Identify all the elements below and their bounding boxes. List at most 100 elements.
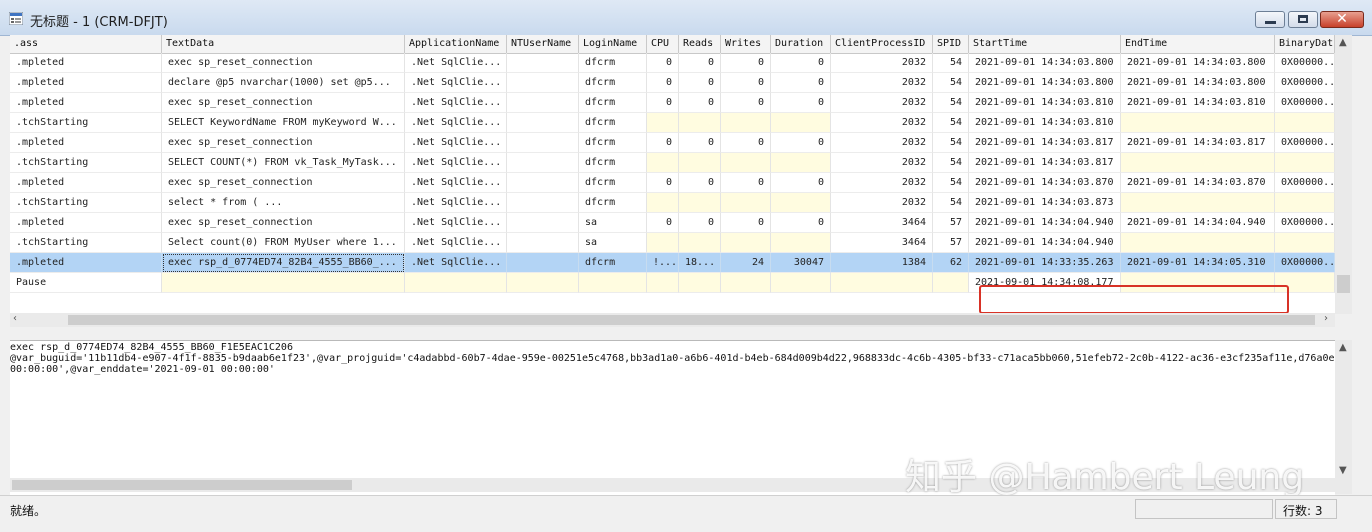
scrollbar-thumb[interactable] <box>68 315 1315 325</box>
table-row[interactable]: .mpleted exec sp_reset_connection .Net Sql… <box>10 173 1335 193</box>
table-row[interactable]: .tchStarting SELECT COUNT(*) FROM vk_Task… <box>10 153 1335 173</box>
table-row[interactable]: .mpleted exec sp_reset_connection .Net Sql… <box>10 133 1335 153</box>
column-header[interactable]: EndTime <box>1121 35 1275 53</box>
column-header[interactable]: Writes <box>721 35 771 53</box>
table-cell: dfcrm <box>579 133 647 153</box>
table-cell: 54 <box>933 113 969 133</box>
column-header[interactable]: .ass <box>10 35 162 53</box>
table-cell <box>647 233 679 253</box>
grid-header: .ass TextData ApplicationName NTUserName Log… <box>10 35 1335 54</box>
table-cell <box>507 253 579 273</box>
column-header[interactable]: ApplicationName <box>405 35 507 53</box>
table-cell: .Net SqlClie... <box>405 173 507 193</box>
table-cell: 2021-09-01 14:34:03.800 <box>1121 53 1275 73</box>
table-cell: .mpleted <box>10 93 162 113</box>
table-cell: sa <box>579 213 647 233</box>
detail-line: exec rsp_d_0774ED74_82B4_4555_BB60_F1E5E… <box>10 342 293 353</box>
table-cell <box>1275 193 1335 213</box>
table-cell: sa <box>579 233 647 253</box>
table-cell: 62 <box>933 253 969 273</box>
table-cell: dfcrm <box>579 113 647 133</box>
column-header[interactable]: TextData <box>162 35 405 53</box>
table-cell: 0 <box>771 93 831 113</box>
column-header[interactable]: Reads <box>679 35 721 53</box>
table-cell: 0 <box>679 173 721 193</box>
column-header[interactable]: CPU <box>647 35 679 53</box>
minimize-button[interactable] <box>1255 11 1285 28</box>
table-cell: 54 <box>933 53 969 73</box>
table-cell <box>507 233 579 253</box>
table-cell: .mpleted <box>10 213 162 233</box>
column-header[interactable]: Duration <box>771 35 831 53</box>
table-cell <box>771 153 831 173</box>
grid-vertical-scrollbar[interactable]: ▲ <box>1335 35 1352 314</box>
table-cell: .tchStarting <box>10 193 162 213</box>
table-row[interactable]: .tchStarting Select count(0) FROM MyUser … <box>10 233 1335 253</box>
table-cell: 0 <box>771 133 831 153</box>
table-cell <box>771 273 831 293</box>
column-header[interactable]: SPID <box>933 35 969 53</box>
table-cell: 0 <box>679 93 721 113</box>
table-row[interactable]: .tchStarting SELECT KeywordName FROM myKe… <box>10 113 1335 133</box>
maximize-button[interactable] <box>1288 11 1318 28</box>
table-cell: .tchStarting <box>10 233 162 253</box>
table-cell: select * from ( ... <box>162 193 405 213</box>
table-cell: 2021-09-01 14:34:04.940 <box>969 213 1121 233</box>
table-cell: .tchStarting <box>10 113 162 133</box>
table-cell: exec sp_reset_connection <box>162 213 405 233</box>
table-cell <box>1275 113 1335 133</box>
title-bar: 无标题 - 1 (CRM-DFJT) ✕ <box>0 0 1372 36</box>
table-cell <box>721 193 771 213</box>
close-icon: ✕ <box>1336 11 1348 27</box>
column-header[interactable]: NTUserName <box>507 35 579 53</box>
table-cell: 0 <box>721 53 771 73</box>
table-cell: 0X00000... <box>1275 93 1335 113</box>
table-row[interactable]: .tchStarting select * from ( ... .Net Sql… <box>10 193 1335 213</box>
table-cell: 2021-09-01 14:34:03.800 <box>1121 73 1275 93</box>
table-cell <box>579 273 647 293</box>
table-cell <box>647 113 679 133</box>
table-row[interactable]: .mpleted declare @p5 nvarchar(1000) set @… <box>10 73 1335 93</box>
column-header[interactable]: BinaryDat <box>1275 35 1335 53</box>
table-cell: .mpleted <box>10 253 162 273</box>
table-cell: Pause <box>10 273 162 293</box>
scroll-up-icon[interactable]: ▲ <box>1339 342 1347 353</box>
table-cell: 30047 <box>771 253 831 273</box>
table-cell: 2032 <box>831 53 933 73</box>
table-cell: 57 <box>933 213 969 233</box>
table-cell: SELECT COUNT(*) FROM vk_Task_MyTask... <box>162 153 405 173</box>
column-header[interactable]: ClientProcessID <box>831 35 933 53</box>
table-cell <box>507 133 579 153</box>
table-row[interactable]: Pause 2021-09-01 14:34:08.177 <box>10 273 1335 293</box>
table-row-selected[interactable]: .mpleted exec rsp_d_0774ED74_82B4_4555_BB… <box>10 253 1335 273</box>
scrollbar-thumb[interactable] <box>12 480 352 490</box>
scrollbar-thumb[interactable] <box>1337 275 1350 293</box>
column-header[interactable]: StartTime <box>969 35 1121 53</box>
table-row[interactable]: .mpleted exec sp_reset_connection .Net Sql… <box>10 93 1335 113</box>
grid-horizontal-scrollbar[interactable]: ‹ › <box>10 313 1335 327</box>
table-cell: 0X00000... <box>1275 173 1335 193</box>
table-cell: 2021-09-01 14:34:03.800 <box>969 53 1121 73</box>
table-cell: 0 <box>721 133 771 153</box>
detail-vertical-scrollbar[interactable]: ▲ ▼ <box>1335 340 1352 494</box>
table-cell: 0 <box>647 53 679 73</box>
scroll-down-icon[interactable]: ▼ <box>1339 465 1347 476</box>
close-button[interactable]: ✕ <box>1320 11 1364 28</box>
table-cell: 0 <box>679 73 721 93</box>
scroll-right-icon[interactable]: › <box>1324 313 1328 324</box>
table-cell: 24 <box>721 253 771 273</box>
table-row[interactable]: .mpleted exec sp_reset_connection .Net Sql… <box>10 53 1335 73</box>
table-cell: exec rsp_d_0774ED74_82B4_4555_BB60_... <box>162 253 405 273</box>
table-cell: .Net SqlClie... <box>405 253 507 273</box>
trace-grid[interactable]: .ass TextData ApplicationName NTUserName Log… <box>10 35 1335 314</box>
table-row[interactable]: .mpleted exec sp_reset_connection .Net Sql… <box>10 213 1335 233</box>
table-cell: 0 <box>721 213 771 233</box>
table-cell: 54 <box>933 133 969 153</box>
table-cell: 2032 <box>831 73 933 93</box>
table-cell: 2021-09-01 14:34:03.817 <box>969 133 1121 153</box>
column-header[interactable]: LoginName <box>579 35 647 53</box>
scroll-left-icon[interactable]: ‹ <box>13 313 17 324</box>
table-cell: 3464 <box>831 233 933 253</box>
scroll-up-icon[interactable]: ▲ <box>1339 37 1347 48</box>
minimize-icon <box>1265 21 1276 24</box>
